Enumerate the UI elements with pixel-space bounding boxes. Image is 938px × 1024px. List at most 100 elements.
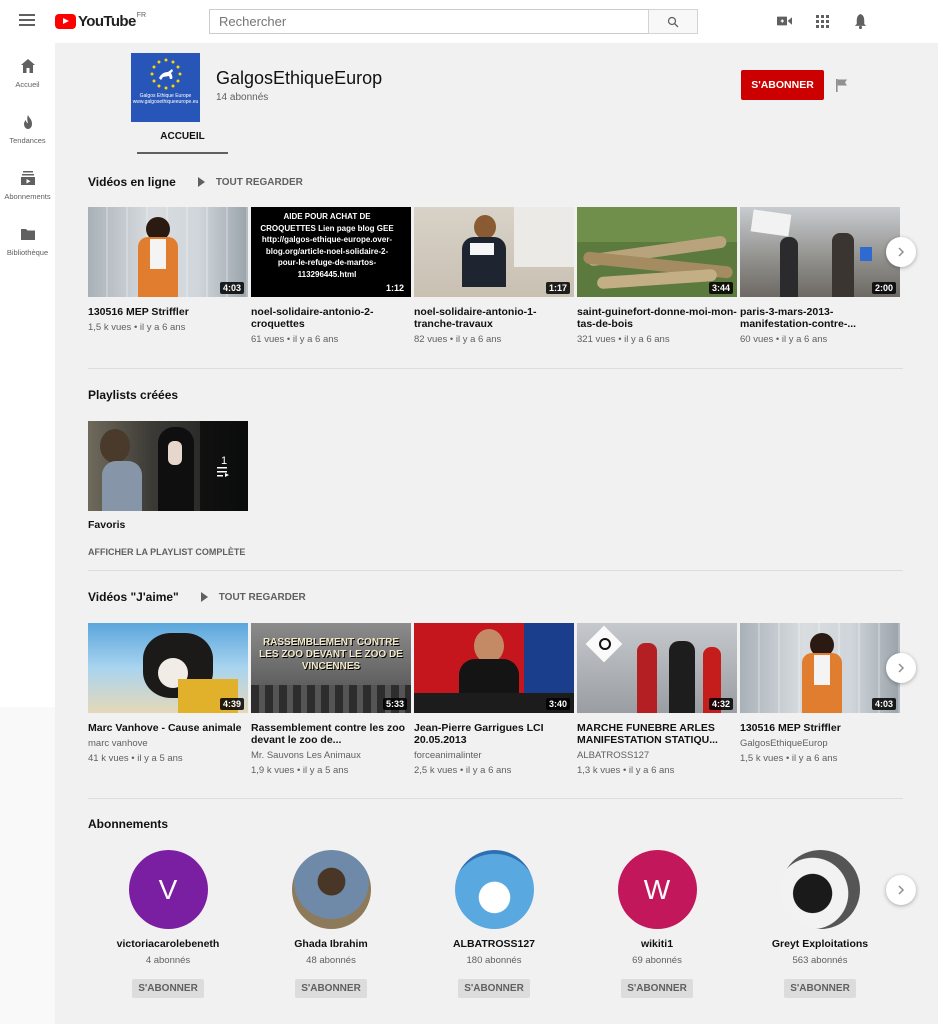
channel-avatar[interactable] — [780, 850, 860, 929]
video-card[interactable]: 3:40 Jean-Pierre Garrigues LCI 20.05.201… — [414, 623, 574, 776]
channel-header: Galgos Ethique Europe www.galgosethiquee… — [55, 43, 938, 155]
channel-name[interactable]: Greyt Exploitations — [772, 938, 868, 950]
channel-name[interactable]: victoriacarolebeneth — [117, 938, 220, 950]
video-card[interactable]: 2:00 paris-3-mars-2013-manifestation-con… — [740, 207, 900, 345]
channel-name: GalgosEthiqueEurop — [216, 68, 383, 88]
video-thumbnail[interactable]: 3:44 — [577, 207, 737, 297]
video-duration: 1:12 — [382, 282, 407, 294]
video-title[interactable]: Jean-Pierre Garrigues LCI 20.05.2013 — [414, 722, 574, 746]
video-meta: 60 vues • il y a 6 ans — [740, 334, 828, 345]
video-duration: 5:33 — [382, 698, 407, 710]
video-card[interactable]: 4:39 Marc Vanhove - Cause animale marc v… — [88, 623, 248, 776]
avatar-caption: www.galgosethiqueeurope.eu — [132, 99, 199, 105]
channel-card[interactable]: Greyt Exploitations 563 abonnés S'ABONNE… — [740, 850, 900, 998]
shelf-header-subscriptions: Abonnements — [88, 816, 168, 832]
shelf-next-button[interactable] — [886, 653, 916, 683]
shelf-title: Vidéos en ligne — [88, 175, 176, 189]
shelf-header-online: Vidéos en ligne TOUT REGARDER — [88, 174, 303, 190]
video-card[interactable]: 1:17 noel-solidaire-antonio-1-tranche-tr… — [414, 207, 574, 345]
channel-name[interactable]: ALBATROSS127 — [453, 938, 535, 950]
channel-card[interactable]: V victoriacarolebeneth 4 abonnés S'ABONN… — [88, 850, 248, 998]
playlist-count: 1 — [220, 455, 228, 467]
video-channel[interactable]: ALBATROSS127 — [577, 750, 737, 761]
video-thumbnail[interactable]: 1:17 — [414, 207, 574, 297]
playlist-title[interactable]: Favoris — [88, 519, 248, 531]
channel-avatar[interactable]: W — [617, 850, 697, 929]
channel-subscriber-count: 4 abonnés — [145, 955, 191, 966]
video-thumbnail[interactable]: 3:40 — [414, 623, 574, 713]
subscribe-button[interactable]: S'ABONNER — [132, 979, 204, 998]
search-button[interactable] — [648, 9, 698, 34]
video-duration: 4:32 — [708, 698, 733, 710]
youtube-logo[interactable]: YouTube FR — [55, 12, 146, 30]
video-thumbnail[interactable]: 4:39 — [88, 623, 248, 713]
video-thumbnail[interactable]: 2:00 — [740, 207, 900, 297]
subscribe-button[interactable]: S'ABONNER — [741, 70, 824, 100]
playlist-row: 1 Favoris AFFICHER LA PLAYLIST COMPLÈTE — [88, 421, 248, 557]
video-thumbnail[interactable]: AIDE POUR ACHAT DE CROQUETTES Lien page … — [251, 207, 411, 297]
video-title[interactable]: MARCHE FUNEBRE ARLES MANIFESTATION STATI… — [577, 722, 737, 746]
video-card[interactable]: 3:44 saint-guinefort-donne-moi-mon-tas-d… — [577, 207, 737, 345]
sidebar-item-tendances[interactable]: Tendances — [0, 99, 55, 155]
video-title[interactable]: paris-3-mars-2013-manifestation-contre-.… — [740, 306, 900, 330]
channel-name[interactable]: Ghada Ibrahim — [294, 938, 368, 950]
video-title[interactable]: saint-guinefort-donne-moi-mon-tas-de-boi… — [577, 306, 737, 330]
view-full-playlist-link[interactable]: AFFICHER LA PLAYLIST COMPLÈTE — [88, 547, 248, 557]
apps-grid-icon[interactable] — [814, 13, 830, 29]
playlist-card[interactable]: 1 Favoris AFFICHER LA PLAYLIST COMPLÈTE — [88, 421, 248, 557]
channel-card[interactable]: Ghada Ibrahim 48 abonnés S'ABONNER — [251, 850, 411, 998]
video-channel[interactable]: GalgosEthiqueEurop — [740, 738, 900, 749]
search-input[interactable] — [209, 9, 648, 34]
channel-content: Vidéos en ligne TOUT REGARDER 4:03 13051… — [55, 155, 938, 1024]
shelf-next-button[interactable] — [886, 237, 916, 267]
channel-card[interactable]: W wikiti1 69 abonnés S'ABONNER — [577, 850, 737, 998]
subscribe-button[interactable]: S'ABONNER — [458, 979, 530, 998]
channel-card[interactable]: ALBATROSS127 180 abonnés S'ABONNER — [414, 850, 574, 998]
video-title[interactable]: 130516 MEP Striffler — [740, 722, 900, 734]
subscribe-button[interactable]: S'ABONNER — [784, 979, 856, 998]
channel-avatar[interactable] — [291, 850, 371, 929]
video-title[interactable]: Rassemblement contre les zoo devant le z… — [251, 722, 411, 746]
video-thumbnail[interactable]: RASSEMBLEMENT CONTRE LES ZOO DEVANT LE Z… — [251, 623, 411, 713]
video-card[interactable]: 4:03 130516 MEP Striffler 1,5 k vues • i… — [88, 207, 248, 345]
sidebar-item-accueil[interactable]: Accueil — [0, 43, 55, 99]
video-title[interactable]: Marc Vanhove - Cause animale — [88, 722, 248, 734]
shelf-title: Vidéos "J'aime" — [88, 590, 179, 604]
video-thumbnail[interactable]: 4:32 — [577, 623, 737, 713]
video-title[interactable]: noel-solidaire-antonio-1-tranche-travaux — [414, 306, 574, 330]
play-all-button[interactable]: TOUT REGARDER — [197, 177, 303, 188]
video-channel[interactable]: forceanimalinter — [414, 750, 574, 761]
video-title[interactable]: 130516 MEP Striffler — [88, 306, 248, 318]
notifications-bell-icon[interactable] — [852, 13, 868, 29]
video-card[interactable]: 4:03 130516 MEP Striffler GalgosEthiqueE… — [740, 623, 900, 776]
tab-accueil[interactable]: ACCUEIL — [137, 123, 228, 154]
menu-icon[interactable] — [19, 14, 35, 26]
channel-avatar[interactable]: Galgos Ethique Europe www.galgosethiquee… — [131, 53, 200, 122]
channel-name[interactable]: wikiti1 — [641, 938, 673, 950]
video-card[interactable]: AIDE POUR ACHAT DE CROQUETTES Lien page … — [251, 207, 411, 345]
sidebar-item-abonnements[interactable]: Abonnements — [0, 155, 55, 211]
video-card[interactable]: RASSEMBLEMENT CONTRE LES ZOO DEVANT LE Z… — [251, 623, 411, 776]
video-title[interactable]: noel-solidaire-antonio-2-croquettes — [251, 306, 411, 330]
video-channel[interactable]: Mr. Sauvons Les Animaux — [251, 750, 411, 761]
play-icon — [197, 177, 205, 187]
video-thumbnail[interactable]: 4:03 — [88, 207, 248, 297]
sidebar-label: Tendances — [9, 136, 46, 145]
subscribe-button[interactable]: S'ABONNER — [295, 979, 367, 998]
playlist-thumbnail[interactable]: 1 — [88, 421, 248, 511]
sidebar-label: Bibliothèque — [6, 248, 49, 257]
channel-avatar[interactable]: V — [128, 850, 208, 929]
video-duration: 1:17 — [545, 282, 570, 294]
flag-icon[interactable] — [835, 78, 849, 92]
video-channel[interactable]: marc vanhove — [88, 738, 248, 749]
video-thumbnail[interactable]: 4:03 — [740, 623, 900, 713]
search-bar — [209, 9, 698, 34]
create-video-icon[interactable] — [776, 13, 792, 29]
play-all-button[interactable]: TOUT REGARDER — [200, 592, 306, 603]
video-meta: 1,3 k vues • il y a 6 ans — [577, 765, 675, 776]
subscribe-button[interactable]: S'ABONNER — [621, 979, 693, 998]
video-card[interactable]: 4:32 MARCHE FUNEBRE ARLES MANIFESTATION … — [577, 623, 737, 776]
subscriptions-next-button[interactable] — [886, 875, 916, 905]
channel-avatar[interactable] — [454, 850, 534, 929]
sidebar-item-bibliotheque[interactable]: Bibliothèque — [0, 211, 55, 267]
